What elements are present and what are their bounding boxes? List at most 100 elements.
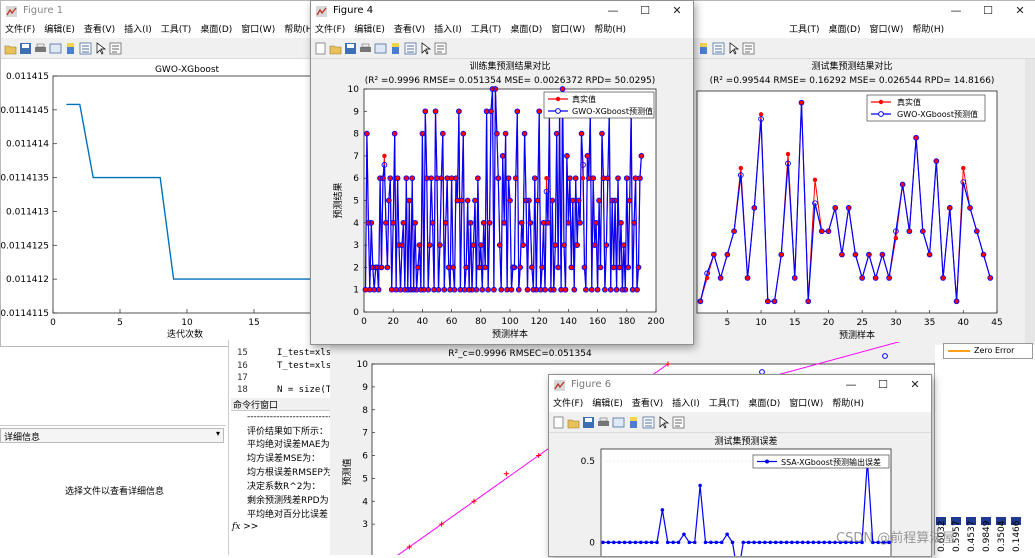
pointer-icon[interactable]	[727, 41, 740, 55]
colorbar-icon[interactable]	[697, 42, 710, 55]
zero-error-swatch	[948, 350, 970, 352]
menu-help[interactable]: 帮助(H)	[912, 22, 944, 38]
menu-insert[interactable]: 插入(I)	[124, 22, 152, 38]
minimize-button[interactable]: —	[597, 1, 629, 22]
pointer-icon[interactable]	[419, 41, 432, 55]
error-marker	[784, 540, 789, 545]
true-value-marker	[785, 151, 791, 157]
true-value-marker	[812, 177, 818, 182]
legend-pred-label: GWO-XGboost预测值	[572, 106, 653, 116]
menu-file[interactable]: 文件(F)	[5, 22, 35, 38]
close-button[interactable]: ✕	[899, 375, 931, 396]
error-marker	[703, 540, 708, 545]
maximize-button[interactable]: ☐	[972, 1, 1004, 22]
code-line[interactable]: T_test=xls	[277, 361, 331, 371]
new-figure-icon[interactable]	[552, 416, 565, 429]
pointer-icon[interactable]	[657, 415, 670, 429]
y-tick-label: 7	[353, 152, 359, 162]
colorbar-icon[interactable]	[627, 416, 640, 429]
menu-desktop[interactable]: 桌面(D)	[510, 22, 542, 38]
colorbar-icon[interactable]	[389, 42, 402, 55]
menu-insert[interactable]: 插入(I)	[672, 396, 700, 412]
open-file-icon[interactable]	[329, 42, 342, 55]
legend-icon[interactable]	[642, 416, 655, 429]
menu-window[interactable]: 窗口(W)	[241, 22, 275, 38]
close-button[interactable]: ✕	[661, 1, 693, 22]
maximize-button[interactable]: ☐	[867, 375, 899, 396]
menu-edit[interactable]: 编辑(E)	[44, 22, 75, 38]
menu-file[interactable]: 文件(F)	[315, 22, 345, 38]
legend-icon[interactable]	[404, 42, 417, 55]
save-icon[interactable]	[19, 42, 32, 55]
link-plot-icon[interactable]	[49, 42, 62, 55]
menu-file[interactable]: 文件(F)	[553, 396, 583, 412]
menu-insert[interactable]: 插入(I)	[434, 22, 462, 38]
error-marker	[682, 532, 686, 537]
command-prompt[interactable]: fx >>	[232, 522, 258, 532]
x-tick-label: 20	[387, 317, 399, 327]
menu-tools[interactable]: 工具(T)	[161, 22, 192, 38]
minimize-button[interactable]: —	[835, 375, 867, 396]
maximize-button[interactable]: ☐	[629, 1, 661, 22]
print-icon[interactable]	[34, 42, 47, 55]
x-tick-label: 30	[890, 318, 902, 328]
colorbar-icon[interactable]	[64, 42, 77, 55]
y-tick-label: 6	[353, 174, 359, 184]
minimize-button[interactable]: —	[940, 1, 972, 22]
open-file-icon[interactable]	[567, 416, 580, 429]
details-header[interactable]: 详细信息 ▾	[0, 428, 224, 443]
error-marker	[676, 540, 681, 545]
code-line[interactable]: N = size(T	[277, 385, 331, 395]
menu-edit[interactable]: 编辑(E)	[592, 396, 623, 412]
close-button[interactable]: ✕	[1004, 1, 1035, 22]
new-figure-icon[interactable]	[314, 42, 327, 55]
error-marker	[719, 540, 724, 545]
property-editor-icon[interactable]	[672, 416, 685, 429]
menu-window[interactable]: 窗口(W)	[789, 396, 823, 412]
error-marker	[741, 540, 746, 545]
menu-view[interactable]: 查看(V)	[84, 22, 115, 38]
y-tick-label: 0.0114125	[1, 241, 49, 251]
figure1-canvas: GWO-XGboost 0.011415 0.0114145 0.011414 0.01…	[1, 59, 336, 346]
menu-view[interactable]: 查看(V)	[632, 396, 663, 412]
y-tick-label: 5	[353, 197, 359, 207]
figure4-titlebar[interactable]: Figure 4 — ☐ ✕	[311, 1, 693, 22]
menu-tools[interactable]: 工具(T)	[471, 22, 502, 38]
figure6-titlebar[interactable]: Figure 6 — ☐ ✕	[549, 375, 931, 396]
property-editor-icon[interactable]	[434, 42, 447, 55]
menu-edit[interactable]: 编辑(E)	[354, 22, 385, 38]
open-file-icon[interactable]	[4, 42, 17, 55]
save-icon[interactable]	[582, 416, 595, 429]
menu-view[interactable]: 查看(V)	[394, 22, 425, 38]
print-icon[interactable]	[359, 42, 372, 55]
error-marker	[806, 540, 810, 545]
menu-window[interactable]: 窗口(W)	[551, 22, 585, 38]
figure1-menubar: 文件(F) 编辑(E) 查看(V) 插入(I) 工具(T) 桌面(D) 窗口(W…	[1, 22, 336, 38]
menu-desktop[interactable]: 桌面(D)	[200, 22, 232, 38]
property-editor-icon[interactable]	[742, 42, 755, 55]
menu-tools[interactable]: 工具(T)	[789, 22, 820, 38]
menu-window[interactable]: 窗口(W)	[869, 22, 903, 38]
chevron-down-icon[interactable]: ▾	[216, 429, 220, 438]
property-editor-icon[interactable]	[109, 42, 122, 55]
menu-desktop[interactable]: 桌面(D)	[748, 396, 780, 412]
menu-help[interactable]: 帮助(H)	[594, 22, 626, 38]
test-set-comparison-chart: 测试集预测结果对比 (R² =0.99544 RMSE= 0.16292 MSE=…	[696, 59, 1035, 346]
menu-desktop[interactable]: 桌面(D)	[829, 22, 861, 38]
link-plot-icon[interactable]	[612, 416, 625, 429]
legend-icon[interactable]	[79, 42, 92, 55]
error-marker	[601, 540, 605, 545]
menu-help[interactable]: 帮助(H)	[832, 396, 864, 412]
code-line[interactable]: I_test=xls	[277, 348, 331, 358]
error-marker	[800, 540, 805, 545]
legend-icon[interactable]	[712, 42, 725, 55]
matlab-figure-icon	[6, 6, 17, 17]
pointer-icon[interactable]	[94, 41, 107, 55]
x-tick-label: 180	[618, 317, 635, 327]
link-plot-icon[interactable]	[374, 42, 387, 55]
menu-tools[interactable]: 工具(T)	[709, 396, 740, 412]
print-icon[interactable]	[597, 416, 610, 429]
figure1-titlebar[interactable]: Figure 1	[1, 1, 336, 22]
save-icon[interactable]	[344, 42, 357, 55]
test-figure-titlebar[interactable]: — ☐ ✕	[689, 1, 1035, 22]
